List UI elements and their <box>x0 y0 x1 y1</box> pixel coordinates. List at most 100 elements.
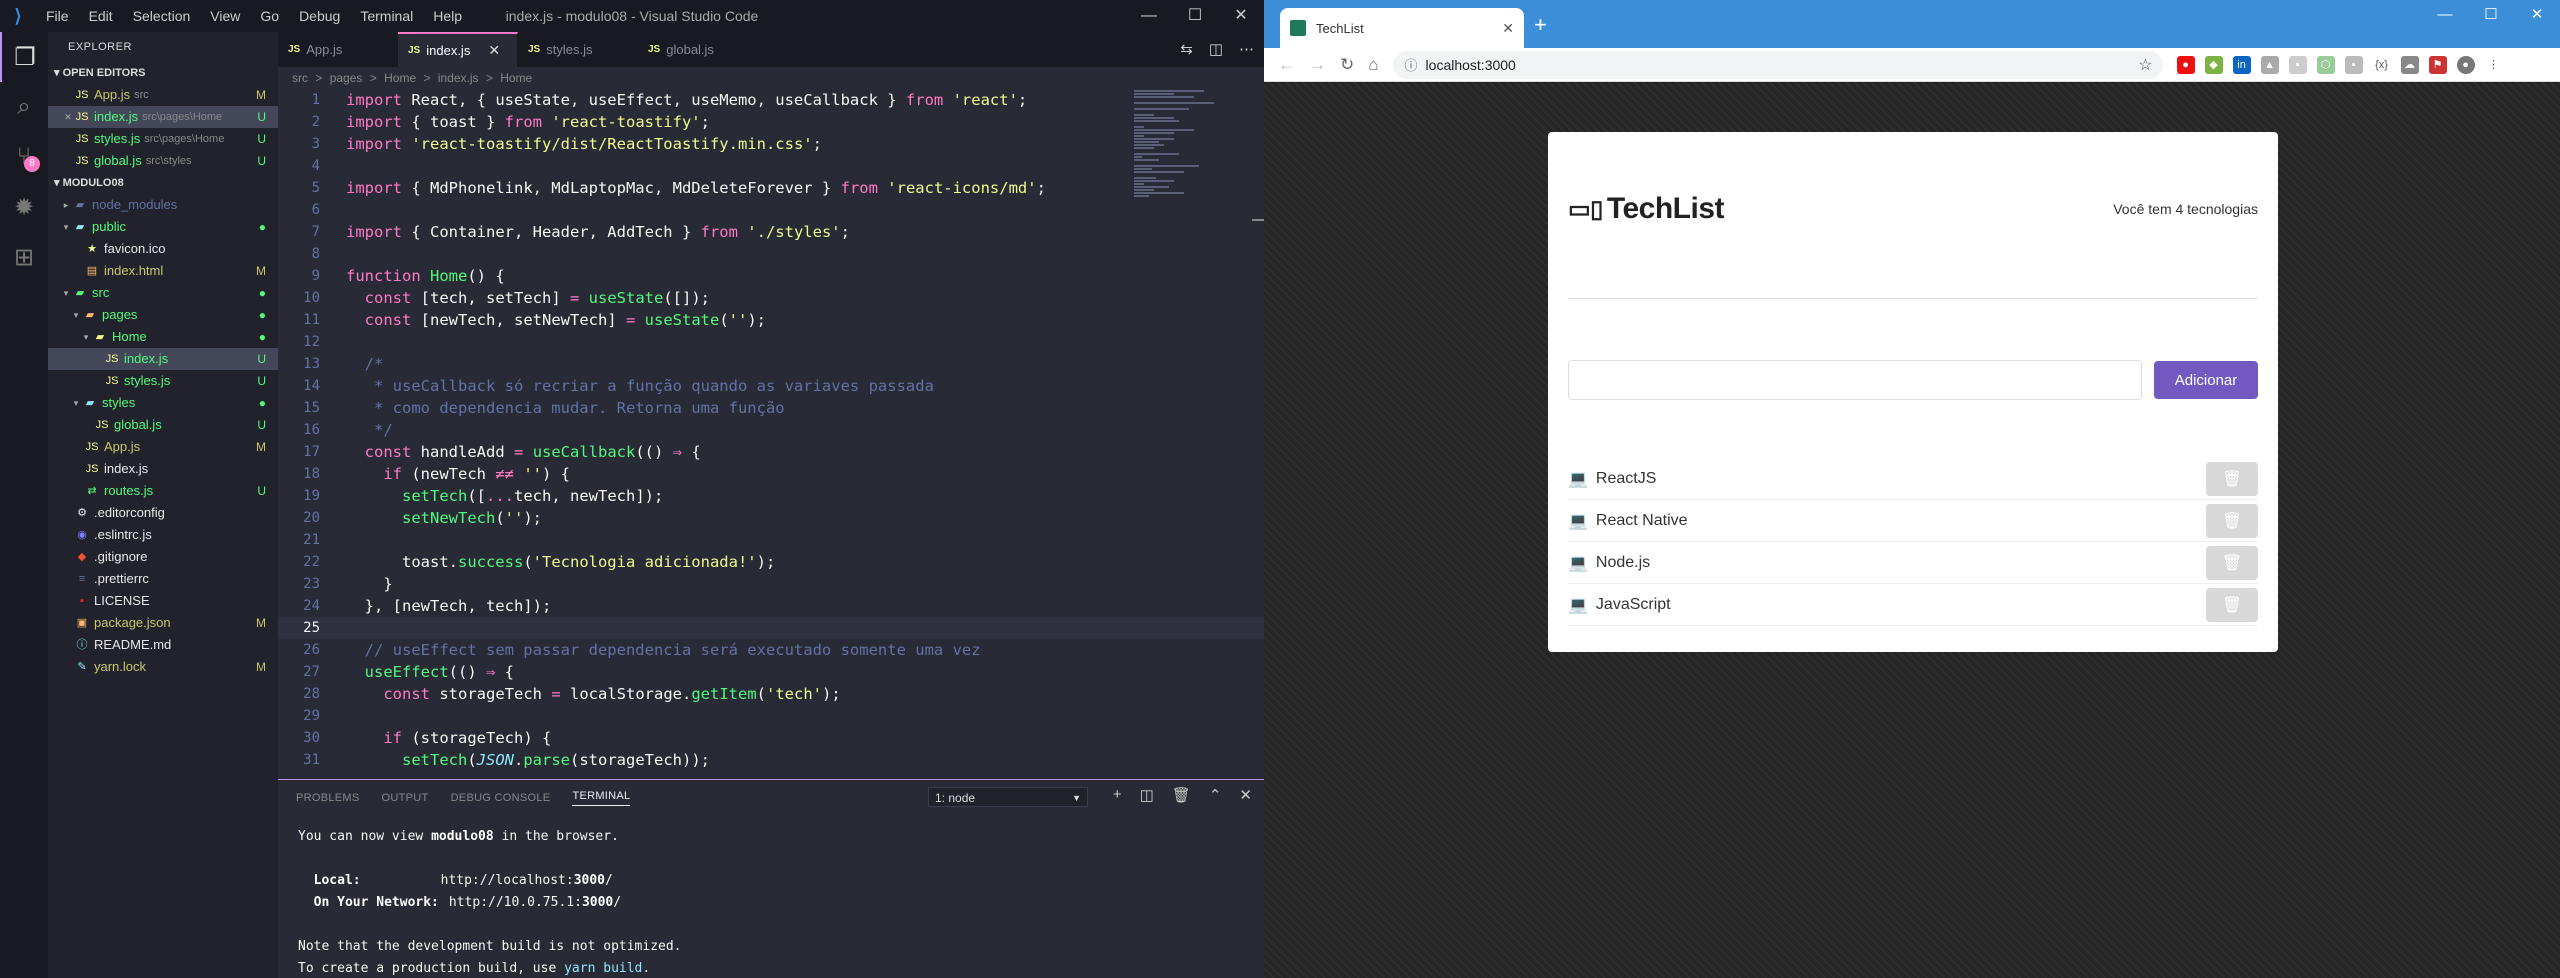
delete-button[interactable]: 🗑 <box>2206 545 2258 580</box>
tab-output[interactable]: OUTPUT <box>382 792 429 804</box>
browser-tab[interactable]: TechList ✕ <box>1280 8 1524 48</box>
minimize-icon[interactable]: — <box>2422 0 2468 30</box>
forward-icon[interactable]: → <box>1309 55 1326 75</box>
cloud-icon[interactable]: ☁ <box>2400 55 2419 74</box>
terminal-select[interactable]: 1: node ▼ <box>928 787 1088 807</box>
menu-terminal[interactable]: Terminal <box>350 0 423 32</box>
tree-file[interactable]: ⚙ .editorconfig <box>48 502 278 524</box>
close-panel-icon[interactable]: ✕ <box>1239 786 1252 804</box>
tab-global-js[interactable]: JS global.js <box>638 32 758 67</box>
scrollbar-marker[interactable] <box>1252 219 1264 221</box>
delete-button[interactable]: 🗑 <box>2206 461 2258 496</box>
minimize-icon[interactable]: — <box>1126 0 1172 32</box>
tree-file[interactable]: ✎ yarn.lock M <box>48 656 278 678</box>
breadcrumb-item[interactable]: src <box>292 71 308 85</box>
breadcrumb-item[interactable]: index.js <box>438 71 479 85</box>
close-editor-icon[interactable]: ✕ <box>62 106 74 128</box>
tree-folder[interactable]: ▾ ▰ public ● <box>48 216 278 238</box>
new-terminal-icon[interactable]: + <box>1113 786 1122 804</box>
linkedin-icon[interactable]: in <box>2232 55 2251 74</box>
tech-input[interactable] <box>1568 360 2142 400</box>
tree-folder[interactable]: ▾ ▰ Home ● <box>48 326 278 348</box>
split-editor-icon[interactable]: ◫ <box>1209 32 1223 67</box>
back-icon[interactable]: ← <box>1278 55 1295 75</box>
open-editor-item[interactable]: JS styles.js src\pages\Home U <box>48 128 278 150</box>
info-icon[interactable]: ⓘ <box>1405 55 1418 74</box>
extension-icon[interactable]: ◆ <box>2204 55 2223 74</box>
debug-icon[interactable]: ✹ <box>0 182 48 232</box>
extension-icon[interactable]: {x} <box>2372 55 2391 74</box>
close-tab-icon[interactable]: ✕ <box>488 33 500 68</box>
tree-folder[interactable]: ▾ ▰ pages ● <box>48 304 278 326</box>
maximize-icon[interactable]: ☐ <box>2468 0 2514 30</box>
minimap[interactable] <box>1134 89 1224 289</box>
tree-file[interactable]: JS App.js M <box>48 436 278 458</box>
close-icon[interactable]: ✕ <box>2514 0 2560 30</box>
extensions-icon[interactable]: ⊞ <box>0 232 48 282</box>
avatar[interactable]: ● <box>2456 55 2475 74</box>
menu-file[interactable]: File <box>36 0 79 32</box>
tree-file[interactable]: JS global.js U <box>48 414 278 436</box>
code-editor[interactable]: 1 import React, { useState, useEffect, us… <box>278 89 1264 779</box>
tab-app-js[interactable]: JS App.js <box>278 32 398 67</box>
tree-file[interactable]: ⇄ routes.js U <box>48 480 278 502</box>
tree-file[interactable]: ◆ .gitignore <box>48 546 278 568</box>
tree-file[interactable]: ▣ package.json M <box>48 612 278 634</box>
delete-button[interactable]: 🗑 <box>2206 503 2258 538</box>
breadcrumb-item[interactable]: pages <box>330 71 363 85</box>
extension-icon[interactable]: ⚑ <box>2428 55 2447 74</box>
open-editor-item[interactable]: ✕ JS index.js src\pages\Home U <box>48 106 278 128</box>
tree-folder[interactable]: ▾ ▰ src ● <box>48 282 278 304</box>
open-editor-item[interactable]: JS global.js src\styles U <box>48 150 278 172</box>
tree-folder[interactable]: ▸ ▰ node_modules <box>48 194 278 216</box>
split-terminal-icon[interactable]: ◫ <box>1140 786 1154 804</box>
extension-icon[interactable]: ● <box>2176 55 2195 74</box>
project-header[interactable]: ▾ MODULO08 <box>48 172 278 194</box>
new-tab-icon[interactable]: + <box>1534 12 1547 38</box>
extension-icon[interactable]: ⬡ <box>2316 55 2335 74</box>
terminal-output[interactable]: You can now view modulo08 in the browser… <box>278 816 1264 978</box>
tree-file[interactable]: JS index.js U <box>48 348 278 370</box>
menu-debug[interactable]: Debug <box>289 0 350 32</box>
tab-debug-console[interactable]: DEBUG CONSOLE <box>451 792 551 804</box>
open-editors-header[interactable]: ▾ OPEN EDITORS <box>48 62 278 84</box>
tree-file[interactable]: ◉ .eslintrc.js <box>48 524 278 546</box>
tab-terminal[interactable]: TERMINAL <box>572 790 631 806</box>
maximize-icon[interactable]: ☐ <box>1172 0 1218 32</box>
tab-index-js[interactable]: JS index.js ✕ <box>398 32 518 67</box>
explorer-icon[interactable]: ❐ <box>0 32 48 82</box>
tree-file[interactable]: ▪ LICENSE <box>48 590 278 612</box>
trash-icon[interactable]: 🗑 <box>1172 786 1191 804</box>
close-icon[interactable]: ✕ <box>1218 0 1264 32</box>
more-icon[interactable]: ⋯ <box>1239 32 1254 67</box>
tree-file[interactable]: JS index.js <box>48 458 278 480</box>
compare-icon[interactable]: ⇆ <box>1180 32 1193 67</box>
extension-icon[interactable]: ▪ <box>2344 55 2363 74</box>
tree-file[interactable]: ▤ index.html M <box>48 260 278 282</box>
search-icon[interactable]: ⌕ <box>0 82 48 132</box>
tree-file[interactable]: ≡ .prettierrc <box>48 568 278 590</box>
tree-file[interactable]: ⓘ README.md <box>48 634 278 656</box>
extension-icon[interactable]: ▲ <box>2260 55 2279 74</box>
reload-icon[interactable]: ↻ <box>1340 55 1354 75</box>
menu-selection[interactable]: Selection <box>123 0 201 32</box>
menu-edit[interactable]: Edit <box>79 0 123 32</box>
menu-view[interactable]: View <box>200 0 250 32</box>
tree-file[interactable]: ★ favicon.ico <box>48 238 278 260</box>
close-tab-icon[interactable]: ✕ <box>1502 20 1514 37</box>
address-bar[interactable]: ⓘ localhost:3000 ☆ <box>1392 50 2163 79</box>
menu-help[interactable]: Help <box>423 0 472 32</box>
tab-styles-js[interactable]: JS styles.js <box>518 32 638 67</box>
add-button[interactable]: Adicionar <box>2154 361 2258 399</box>
open-editor-item[interactable]: JS App.js src M <box>48 84 278 106</box>
menu-go[interactable]: Go <box>250 0 289 32</box>
breadcrumb-item[interactable]: Home <box>500 71 532 85</box>
menu-kebab-icon[interactable]: ⋮ <box>2484 55 2503 74</box>
maximize-panel-icon[interactable]: ⌃ <box>1209 786 1222 804</box>
home-icon[interactable]: ⌂ <box>1368 55 1378 75</box>
source-control-icon[interactable]: ⑂ 8 <box>0 132 48 182</box>
breadcrumb-item[interactable]: Home <box>384 71 416 85</box>
tab-problems[interactable]: PROBLEMS <box>296 792 360 804</box>
extension-icon[interactable]: ▪ <box>2288 55 2307 74</box>
tree-file[interactable]: JS styles.js U <box>48 370 278 392</box>
